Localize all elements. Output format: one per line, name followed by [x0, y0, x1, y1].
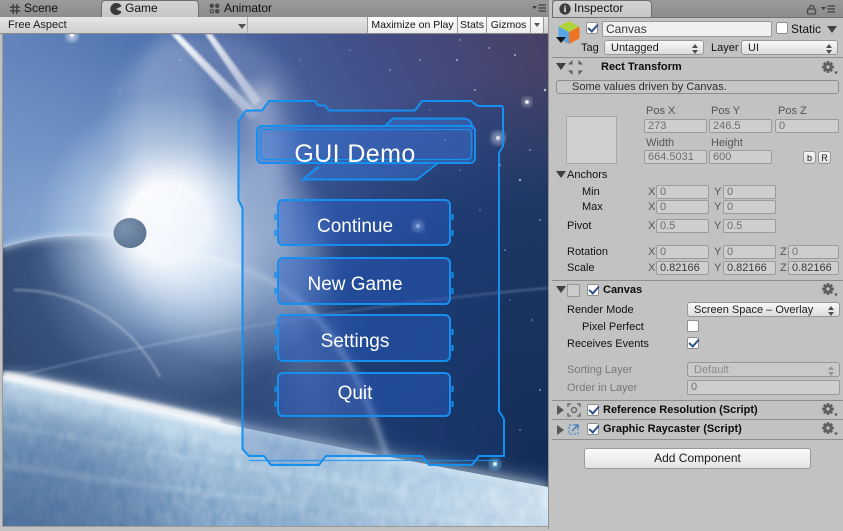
- svg-text:Quit: Quit: [338, 383, 374, 404]
- svg-text:Settings: Settings: [321, 331, 390, 352]
- svg-text:Continue: Continue: [317, 216, 393, 237]
- svg-text:New Game: New Game: [307, 274, 402, 295]
- svg-text:GUI Demo: GUI Demo: [294, 140, 415, 168]
